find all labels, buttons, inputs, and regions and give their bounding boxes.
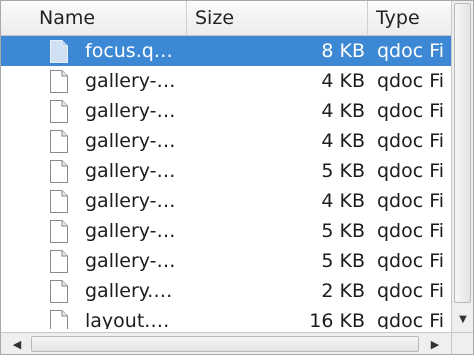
file-rows: focus.q… 8 KB qdoc Fi gallery-… 4 KB qdoc Fi g… bbox=[1, 36, 451, 329]
file-size: 5 KB bbox=[321, 220, 365, 242]
table-row[interactable]: focus.q… 8 KB qdoc Fi bbox=[1, 36, 451, 66]
file-size: 4 KB bbox=[321, 130, 365, 152]
file-name: gallery-… bbox=[85, 160, 176, 182]
table-row[interactable]: gallery-… 4 KB qdoc Fi bbox=[1, 186, 451, 216]
table-row[interactable]: gallery.… 2 KB qdoc Fi bbox=[1, 276, 451, 306]
file-size: 8 KB bbox=[321, 40, 365, 62]
file-type: qdoc Fi bbox=[377, 100, 445, 122]
table-row[interactable]: gallery-… 5 KB qdoc Fi bbox=[1, 246, 451, 276]
table-row[interactable]: gallery-… 5 KB qdoc Fi bbox=[1, 216, 451, 246]
table-row[interactable]: layout.… 16 KB qdoc Fi bbox=[1, 306, 451, 329]
file-icon bbox=[48, 279, 70, 304]
file-icon bbox=[48, 99, 70, 124]
file-icon bbox=[48, 249, 70, 274]
file-type: qdoc Fi bbox=[377, 190, 445, 212]
horizontal-scrollbar[interactable]: ◀ ▶ bbox=[1, 332, 451, 354]
file-size: 16 KB bbox=[309, 310, 365, 329]
file-size: 2 KB bbox=[321, 280, 365, 302]
file-type: qdoc Fi bbox=[377, 310, 445, 329]
vertical-scrollbar[interactable]: ▼ bbox=[451, 1, 473, 332]
file-type: qdoc Fi bbox=[377, 220, 445, 242]
file-size: 5 KB bbox=[321, 160, 365, 182]
file-icon bbox=[48, 309, 70, 329]
file-icon bbox=[48, 129, 70, 154]
column-header-type[interactable]: Type bbox=[368, 1, 451, 35]
file-type: qdoc Fi bbox=[377, 40, 445, 62]
file-name: focus.q… bbox=[85, 40, 173, 62]
table-row[interactable]: gallery-… 4 KB qdoc Fi bbox=[1, 66, 451, 96]
arrow-down-icon[interactable]: ▼ bbox=[452, 306, 473, 332]
table-row[interactable]: gallery-… 4 KB qdoc Fi bbox=[1, 96, 451, 126]
scrollbar-corner bbox=[451, 332, 473, 354]
file-type: qdoc Fi bbox=[377, 280, 445, 302]
file-type: qdoc Fi bbox=[377, 70, 445, 92]
file-name: layout.… bbox=[85, 310, 170, 329]
file-size: 5 KB bbox=[321, 250, 365, 272]
column-header-name[interactable]: Name bbox=[1, 1, 187, 35]
file-name: gallery.… bbox=[85, 280, 173, 302]
file-icon bbox=[48, 159, 70, 184]
column-header: Name Size Type bbox=[1, 1, 451, 36]
file-name: gallery-… bbox=[85, 70, 176, 92]
file-icon bbox=[48, 189, 70, 214]
file-type: qdoc Fi bbox=[377, 250, 445, 272]
column-header-size[interactable]: Size bbox=[187, 1, 368, 35]
file-size: 4 KB bbox=[321, 190, 365, 212]
file-name: gallery-… bbox=[85, 220, 176, 242]
file-type: qdoc Fi bbox=[377, 160, 445, 182]
file-size: 4 KB bbox=[321, 100, 365, 122]
file-size: 4 KB bbox=[321, 70, 365, 92]
table-row[interactable]: gallery-… 4 KB qdoc Fi bbox=[1, 126, 451, 156]
file-type: qdoc Fi bbox=[377, 130, 445, 152]
horizontal-scroll-thumb[interactable] bbox=[31, 336, 419, 352]
file-name: gallery-… bbox=[85, 100, 176, 122]
file-icon bbox=[48, 69, 70, 94]
file-name: gallery-… bbox=[85, 130, 176, 152]
table-row[interactable]: gallery-… 5 KB qdoc Fi bbox=[1, 156, 451, 186]
file-name: gallery-… bbox=[85, 190, 176, 212]
file-list-view: Name Size Type focus.q… 8 KB qdoc Fi galler… bbox=[0, 0, 474, 355]
file-icon bbox=[48, 219, 70, 244]
file-icon bbox=[48, 39, 70, 64]
arrow-right-icon[interactable]: ▶ bbox=[423, 333, 447, 354]
arrow-left-icon[interactable]: ◀ bbox=[5, 333, 29, 354]
file-name: gallery-… bbox=[85, 250, 176, 272]
vertical-scroll-thumb[interactable] bbox=[454, 3, 471, 303]
